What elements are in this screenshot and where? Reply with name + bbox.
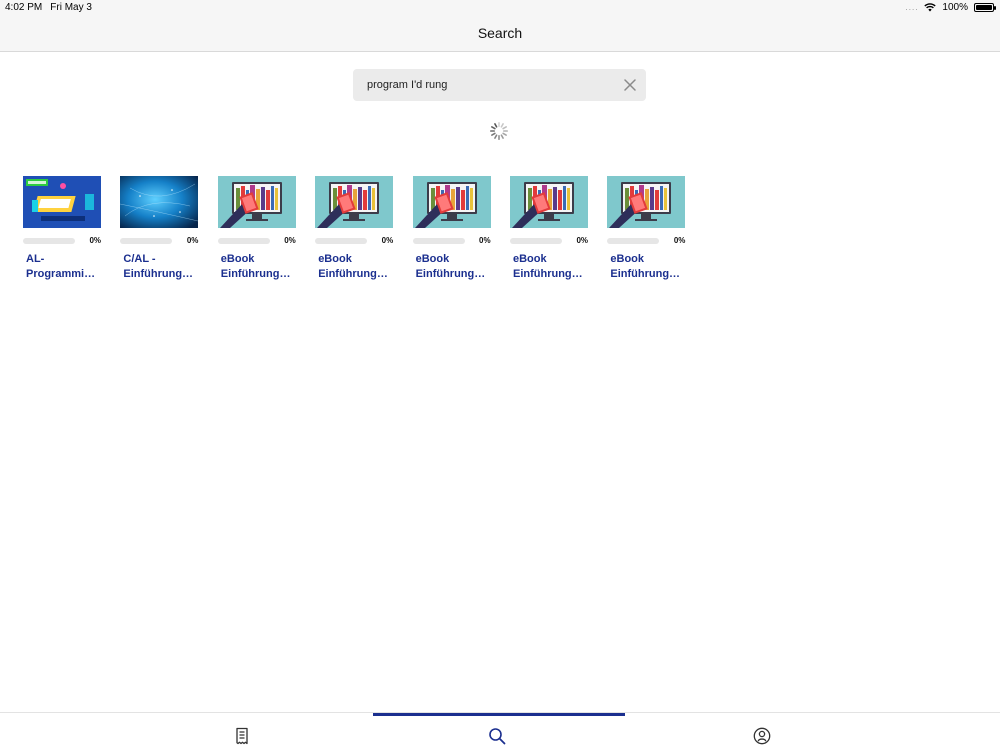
clear-search-icon[interactable] [622, 77, 638, 93]
navigation-bar: Search [0, 16, 1000, 52]
loading-spinner-icon [490, 122, 508, 140]
ebook-monitor-cover-icon [412, 176, 491, 228]
result-title: eBook Einführung… [415, 253, 486, 280]
ebook-monitor-cover-icon [510, 176, 588, 228]
ebook-monitor-cover-icon [217, 176, 296, 228]
profile-icon[interactable] [753, 727, 771, 745]
result-title: C/AL - Einführung… [123, 253, 194, 280]
active-tab-indicator [373, 713, 625, 716]
status-date: Fri May 3 [50, 2, 92, 13]
receipt-icon[interactable] [233, 727, 251, 745]
progress-bar [412, 238, 465, 244]
battery-percent: 100% [942, 2, 968, 13]
page-title: Search [477, 25, 523, 41]
network-book-cover-icon [120, 176, 199, 228]
progress-percent: 0% [381, 236, 394, 245]
progress-bar [217, 238, 270, 244]
search-input[interactable] [367, 69, 617, 101]
signal-icon: .... [905, 3, 919, 12]
result-card[interactable]: 0% C/AL - Einführung… [120, 176, 199, 282]
progress-row: 0% [120, 236, 198, 246]
result-title: eBook Einführung… [610, 253, 681, 280]
result-card[interactable]: 0% AL- Programmi… [23, 176, 101, 282]
progress-row: 0% [510, 236, 588, 246]
progress-percent: 0% [186, 236, 199, 245]
result-card[interactable]: 0% eBook Einführung… [412, 176, 491, 282]
result-card[interactable]: 0% eBook Einführung… [607, 176, 686, 282]
progress-row: 0% [412, 236, 491, 246]
progress-bar [607, 238, 660, 244]
progress-percent: 0% [284, 236, 296, 245]
search-icon[interactable] [488, 727, 506, 745]
ebook-monitor-cover-icon [607, 176, 686, 228]
status-time: 4:02 PM [5, 2, 43, 13]
progress-bar [510, 238, 562, 244]
progress-row: 0% [315, 236, 393, 246]
result-title: AL- Programmi… [26, 253, 96, 280]
result-card[interactable]: 0% eBook Einführung… [510, 176, 588, 282]
result-title: eBook Einführung… [318, 253, 388, 280]
progress-row: 0% [23, 236, 101, 246]
status-bar: 4:02 PM Fri May 3 .... 100% [0, 0, 1000, 16]
progress-bar [120, 238, 173, 244]
progress-row: 0% [217, 236, 296, 246]
progress-row: 0% [607, 236, 685, 246]
bestseller-book-cover-icon [23, 176, 101, 228]
progress-bar [315, 238, 368, 244]
wifi-icon [924, 3, 937, 12]
tab-bar [0, 712, 1000, 750]
progress-bar [23, 238, 75, 244]
result-title: eBook Einführung… [220, 253, 291, 280]
battery-icon [974, 3, 996, 12]
result-card[interactable]: 0% eBook Einführung… [315, 176, 394, 282]
search-box [353, 69, 646, 101]
progress-percent: 0% [576, 236, 588, 245]
progress-percent: 0% [673, 236, 686, 245]
result-card[interactable]: 0% eBook Einführung… [217, 176, 296, 282]
progress-percent: 0% [89, 236, 101, 245]
ebook-monitor-cover-icon [315, 176, 394, 228]
result-title: eBook Einführung… [513, 253, 583, 280]
progress-percent: 0% [479, 236, 491, 245]
